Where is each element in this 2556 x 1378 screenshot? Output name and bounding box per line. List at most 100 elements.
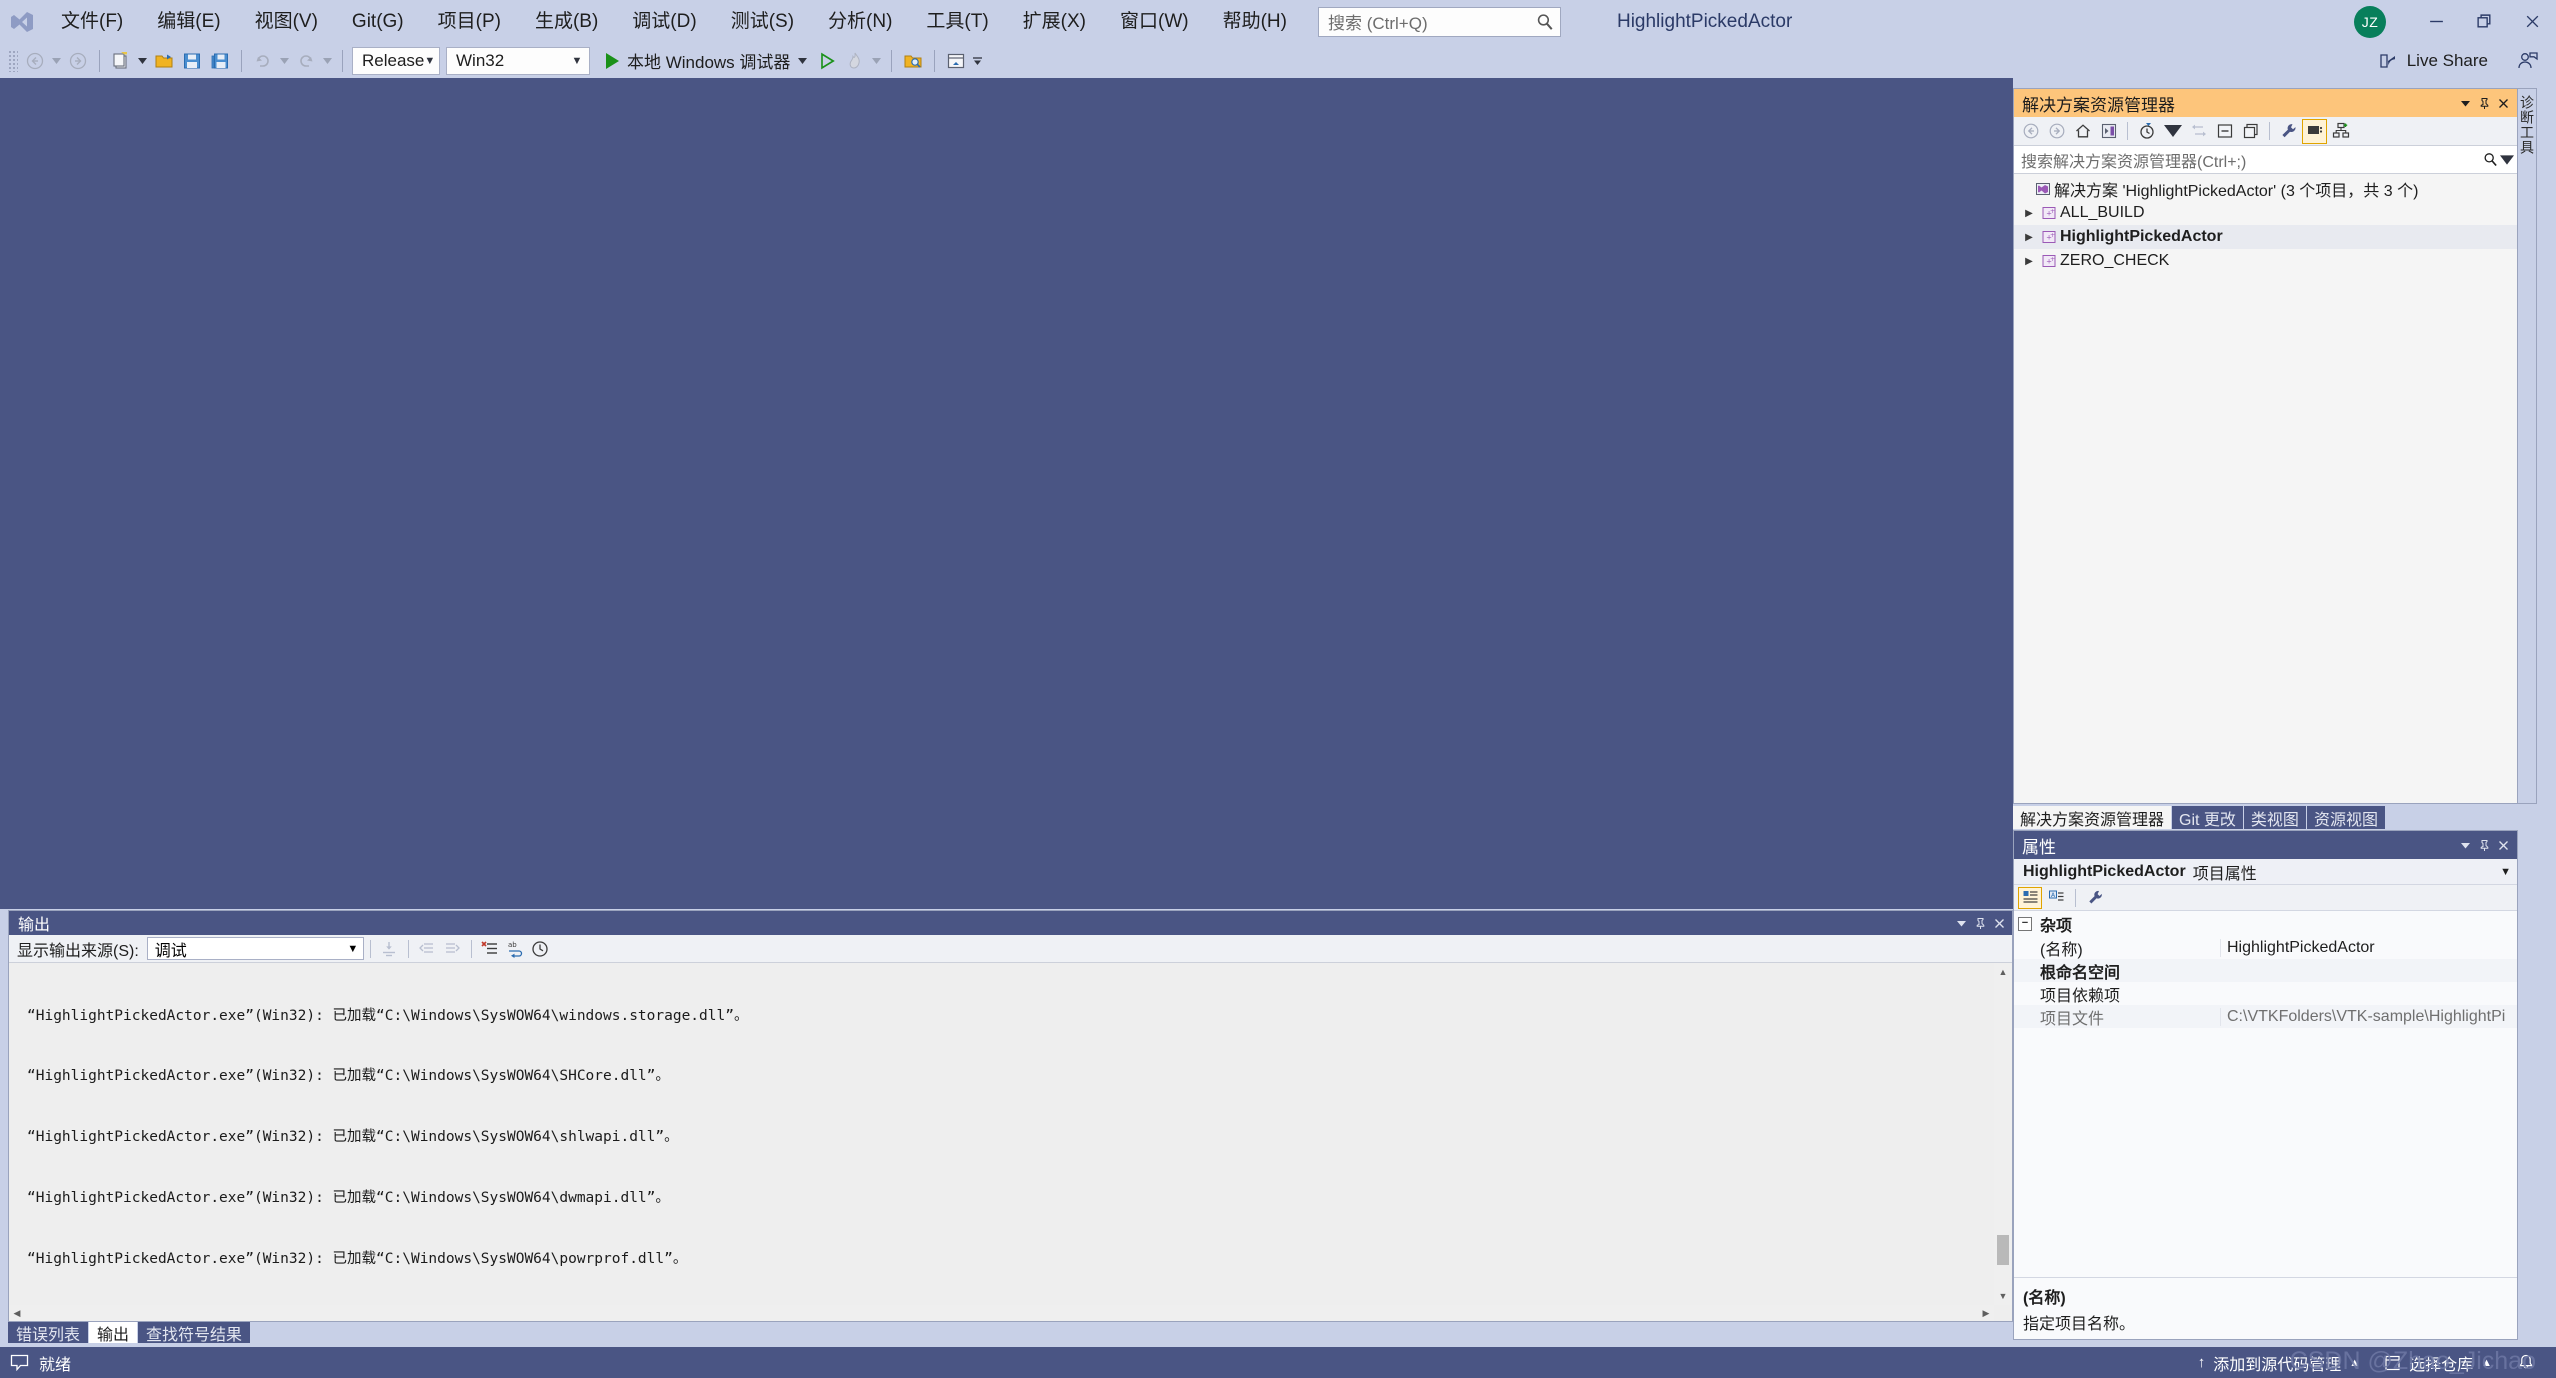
close-button[interactable] — [2508, 0, 2556, 43]
pin-icon[interactable] — [2475, 834, 2494, 856]
toolbar-overflow-button[interactable] — [970, 46, 985, 76]
menu-debug[interactable]: 调试(D) — [615, 0, 713, 43]
menu-file[interactable]: 文件(F) — [44, 0, 140, 43]
solution-configuration-combo[interactable]: Release ▼ — [352, 46, 440, 75]
toggle-timestamp-icon[interactable] — [528, 937, 553, 961]
properties-wrench-icon[interactable] — [2276, 119, 2301, 144]
add-to-source-control-button[interactable]: ↑ 添加到源代码管理 ▲ — [2186, 1347, 2372, 1378]
tab-resource-view[interactable]: 资源视图 — [2306, 806, 2385, 829]
menu-window[interactable]: 窗口(W) — [1103, 0, 1206, 43]
project-row-all-build[interactable]: ▶ + + ALL_BUILD — [2014, 201, 2517, 225]
menu-extensions[interactable]: 扩展(X) — [1006, 0, 1103, 43]
navigate-forward-icon[interactable] — [64, 46, 92, 76]
output-horizontal-scrollbar[interactable]: ◀ ▶ — [9, 1305, 1994, 1321]
preview-selected-items-icon[interactable] — [2302, 118, 2327, 144]
alphabetical-view-icon[interactable]: A — [2044, 887, 2068, 909]
save-icon[interactable] — [178, 46, 206, 76]
scroll-left-icon[interactable]: ◀ — [9, 1308, 25, 1319]
close-icon[interactable] — [2494, 92, 2513, 114]
menu-tools[interactable]: 工具(T) — [909, 0, 1005, 43]
tab-find-symbol-results[interactable]: 查找符号结果 — [138, 1322, 251, 1344]
menu-help[interactable]: 帮助(H) — [1206, 0, 1304, 43]
open-file-icon[interactable] — [150, 46, 178, 76]
select-repository-button[interactable]: 选择仓库 ▲ — [2372, 1347, 2504, 1378]
property-row[interactable]: 项目依赖项 — [2014, 982, 2517, 1005]
live-share-button[interactable]: Live Share — [2371, 43, 2496, 78]
output-body[interactable]: “HighlightPickedActor.exe”(Win32): 已加载“C… — [9, 963, 2012, 1321]
sync-with-active-document-icon[interactable] — [2186, 119, 2211, 144]
live-share-person-icon[interactable] — [2516, 51, 2538, 71]
scroll-up-icon[interactable]: ▲ — [1994, 963, 2012, 981]
tab-error-list[interactable]: 错误列表 — [8, 1322, 89, 1344]
start-debugging-button[interactable]: 本地 Windows 调试器 — [598, 46, 813, 76]
property-row[interactable]: (名称) HighlightPickedActor — [2014, 936, 2517, 959]
menu-test[interactable]: 测试(S) — [714, 0, 811, 43]
menu-build[interactable]: 生成(B) — [518, 0, 615, 43]
pin-icon[interactable] — [1971, 912, 1990, 934]
hot-reload-dropdown[interactable] — [869, 46, 884, 76]
next-message-icon[interactable] — [440, 937, 465, 961]
show-all-files-icon[interactable] — [2096, 119, 2121, 144]
navigate-backward-dropdown[interactable] — [49, 46, 64, 76]
tab-solution-explorer[interactable]: 解决方案资源管理器 — [2013, 806, 2172, 829]
navigate-backward-icon[interactable] — [21, 46, 49, 76]
expand-chevron-icon[interactable]: ▶ — [2020, 232, 2038, 243]
go-to-message-icon[interactable] — [377, 937, 402, 961]
new-folder-icon[interactable] — [2238, 119, 2263, 144]
scroll-right-icon[interactable]: ▶ — [1978, 1308, 1994, 1319]
pending-changes-icon[interactable] — [2134, 119, 2159, 144]
menu-edit[interactable]: 编辑(E) — [140, 0, 237, 43]
diagnostic-tools-strip[interactable]: 诊断工具 — [2518, 88, 2537, 804]
expand-chevron-icon[interactable]: ▶ — [2020, 208, 2038, 219]
home-icon[interactable] — [2070, 119, 2095, 144]
forward-icon[interactable] — [2044, 119, 2069, 144]
property-value[interactable]: HighlightPickedActor — [2220, 938, 2517, 957]
search-options-dropdown[interactable] — [2500, 150, 2514, 170]
previous-message-icon[interactable] — [415, 937, 440, 961]
close-icon[interactable] — [1990, 912, 2009, 934]
property-row[interactable]: 根命名空间 — [2014, 959, 2517, 982]
collapse-icon[interactable]: − — [2018, 916, 2032, 931]
minimize-button[interactable] — [2412, 0, 2460, 43]
solution-explorer-search-input[interactable]: 搜索解决方案资源管理器(Ctrl+;) — [2014, 146, 2517, 174]
global-search-input[interactable]: 搜索 (Ctrl+Q) — [1317, 6, 1561, 37]
scroll-thumb[interactable] — [1997, 1235, 2009, 1265]
tab-output[interactable]: 输出 — [89, 1322, 138, 1344]
new-project-icon[interactable] — [107, 46, 135, 76]
menu-git[interactable]: Git(G) — [335, 0, 421, 43]
class-diagram-icon[interactable] — [2328, 119, 2353, 144]
redo-dropdown[interactable] — [320, 46, 335, 76]
save-all-icon[interactable] — [206, 46, 234, 76]
toolbar-grip[interactable] — [8, 49, 18, 72]
tab-git-changes[interactable]: Git 更改 — [2172, 806, 2243, 829]
property-row[interactable]: 项目文件 C:\VTKFolders\VTK-sample\HighlightP… — [2014, 1005, 2517, 1028]
tab-class-view[interactable]: 类视图 — [2243, 806, 2306, 829]
undo-icon[interactable] — [249, 46, 277, 76]
window-layout-icon[interactable] — [942, 46, 970, 76]
property-pages-wrench-icon[interactable] — [2083, 887, 2107, 909]
toggle-word-wrap-icon[interactable]: ab — [503, 937, 528, 961]
close-icon[interactable] — [2494, 834, 2513, 856]
back-icon[interactable] — [2018, 119, 2043, 144]
menu-view[interactable]: 视图(V) — [238, 0, 335, 43]
user-avatar[interactable]: JZ — [2354, 5, 2386, 38]
window-menu-icon[interactable] — [1952, 912, 1971, 934]
hot-reload-icon[interactable] — [841, 46, 869, 76]
properties-object-selector[interactable]: HighlightPickedActor 项目属性 ▼ — [2014, 859, 2517, 885]
output-source-combo[interactable]: 调试 ▼ — [146, 937, 364, 960]
undo-dropdown[interactable] — [277, 46, 292, 76]
window-menu-icon[interactable] — [2456, 92, 2475, 114]
expand-chevron-icon[interactable]: ▶ — [2020, 256, 2038, 267]
solution-platform-combo[interactable]: Win32 ▼ — [446, 46, 590, 75]
new-project-dropdown[interactable] — [135, 46, 150, 76]
menu-project[interactable]: 项目(P) — [421, 0, 518, 43]
redo-icon[interactable] — [292, 46, 320, 76]
start-without-debugging-icon[interactable] — [813, 46, 841, 76]
collapse-all-icon[interactable] — [2212, 119, 2237, 144]
project-row-highlightpickedactor[interactable]: ▶ + + HighlightPickedActor — [2014, 225, 2517, 249]
project-row-zero-check[interactable]: ▶ + + ZERO_CHECK — [2014, 249, 2517, 273]
search-folder-icon[interactable] — [899, 46, 927, 76]
chevron-down-icon[interactable]: ▼ — [2500, 866, 2511, 878]
pending-changes-dropdown[interactable] — [2160, 119, 2185, 144]
output-vertical-scrollbar[interactable]: ▲ ▼ — [1994, 963, 2012, 1305]
